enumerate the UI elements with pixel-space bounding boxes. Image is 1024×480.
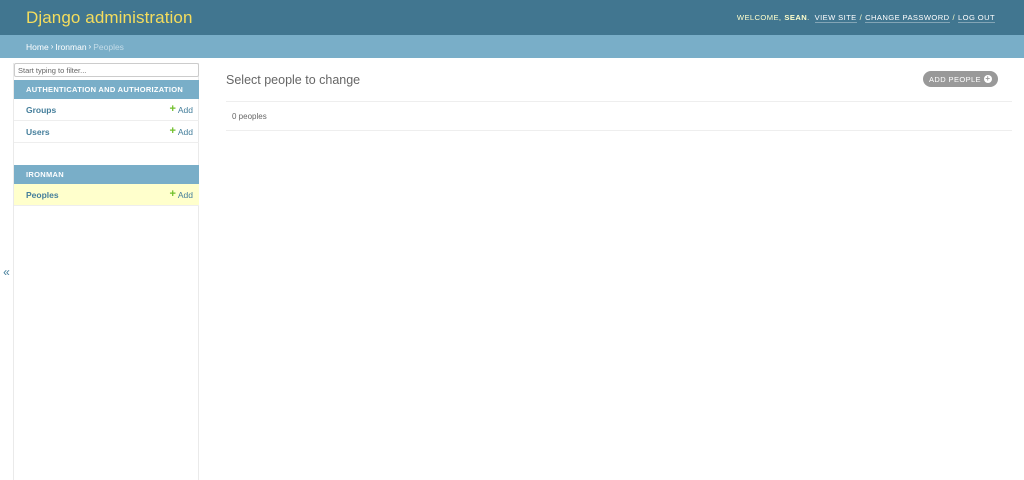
add-users-link[interactable]: + Add (169, 126, 193, 137)
username: Sean (784, 13, 808, 22)
sidebar-item-groups: Groups + Add (14, 99, 199, 121)
main-content: Select people to change Add People + 0 p… (226, 63, 1012, 480)
add-label: Add (177, 104, 193, 115)
welcome-text: Welcome, (736, 13, 782, 22)
page-title: Select people to change (226, 73, 361, 87)
separator: / (952, 13, 956, 22)
breadcrumb-current: Peoples (93, 41, 124, 52)
double-chevron-left-icon: « (3, 264, 10, 279)
nav-filter-input[interactable] (14, 63, 199, 77)
module-ironman: Ironman Peoples + Add (14, 165, 199, 206)
add-label: Add (177, 189, 193, 200)
plus-icon: + (169, 188, 176, 200)
module-caption[interactable]: Ironman (14, 165, 199, 184)
breadcrumb: Home › Ironman › Peoples (0, 35, 1024, 58)
sidebar-item-peoples: Peoples + Add (14, 184, 199, 206)
paginator: 0 peoples (226, 101, 1012, 131)
breadcrumb-app[interactable]: Ironman (55, 42, 86, 52)
model-link-peoples[interactable]: Peoples (26, 190, 59, 200)
model-link-users[interactable]: Users (26, 127, 50, 137)
plus-icon: + (169, 103, 176, 115)
log-out-link[interactable]: Log out (958, 13, 995, 23)
breadcrumb-arrow-icon: › (50, 42, 54, 51)
module-caption[interactable]: Authentication and Authorization (14, 80, 199, 99)
user-tools: Welcome, Sean. View site / Change passwo… (736, 12, 995, 23)
module-auth: Authentication and Authorization Groups … (14, 80, 199, 143)
result-count: 0 peoples (232, 111, 267, 121)
breadcrumb-home[interactable]: Home (26, 42, 49, 52)
add-peoples-link[interactable]: + Add (169, 189, 193, 200)
plus-icon: + (169, 125, 176, 137)
site-header: Django administration Welcome, Sean. Vie… (0, 0, 1024, 35)
nav-sidebar: Authentication and Authorization Groups … (14, 63, 199, 480)
add-people-button[interactable]: Add People + (923, 71, 998, 87)
separator: / (859, 13, 863, 22)
plus-circle-icon: + (983, 74, 992, 83)
add-people-label: Add People (929, 74, 981, 84)
view-site-link[interactable]: View site (814, 13, 857, 23)
model-link-groups[interactable]: Groups (26, 105, 56, 115)
sidebar-item-users: Users + Add (14, 121, 199, 143)
add-groups-link[interactable]: + Add (169, 104, 193, 115)
site-name[interactable]: Django administration (26, 8, 193, 28)
add-label: Add (177, 126, 193, 137)
toggle-nav-sidebar-button[interactable]: « (0, 63, 14, 480)
change-password-link[interactable]: Change password (865, 13, 950, 23)
breadcrumb-arrow-icon: › (88, 42, 92, 51)
